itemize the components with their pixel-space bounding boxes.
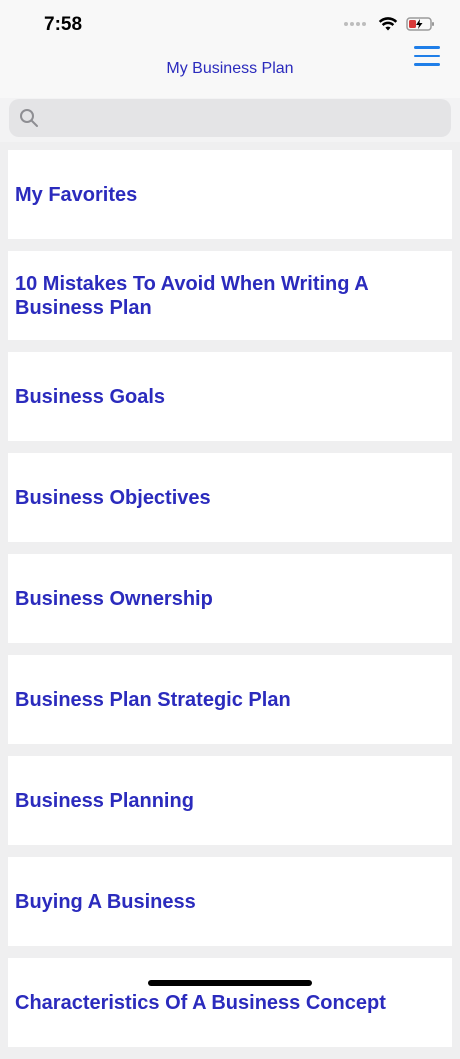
battery-charging-icon [406, 17, 434, 31]
list-item-label: Characteristics Of A Business Concept [15, 991, 386, 1014]
status-icons [344, 16, 436, 32]
hamburger-menu-button[interactable] [414, 46, 440, 68]
list-item-label: Business Planning [15, 789, 194, 812]
search-bar [0, 98, 460, 142]
list-item-label: Business Plan Strategic Plan [15, 688, 291, 711]
list-item-business-objectives[interactable]: Business Objectives [8, 453, 452, 542]
search-icon [20, 109, 38, 127]
list-item-label: Buying A Business [15, 890, 196, 913]
nav-bar: My Business Plan [0, 46, 460, 99]
topic-list: My Favorites 10 Mistakes To Avoid When W… [8, 150, 452, 1059]
page-title: My Business Plan [166, 60, 294, 77]
status-bar: 7:58 [0, 0, 460, 46]
list-item-label: Business Objectives [15, 486, 211, 509]
search-box[interactable] [9, 99, 451, 139]
list-item-label: Business Goals [15, 385, 166, 408]
wifi-icon [378, 17, 398, 31]
list-item-business-planning[interactable]: Business Planning [8, 756, 452, 845]
signal-dots-icon [344, 22, 366, 26]
list-item-my-favorites[interactable]: My Favorites [8, 150, 452, 239]
list-item-business-plan-strategic-plan[interactable]: Business Plan Strategic Plan [8, 655, 452, 744]
list-item-label: My Favorites [15, 183, 138, 206]
list-item-characteristics[interactable]: Characteristics Of A Business Concept [8, 958, 452, 1047]
list-item-10-mistakes[interactable]: 10 Mistakes To Avoid When Writing A Busi… [8, 251, 452, 340]
status-time: 7:58 [44, 14, 83, 35]
home-indicator [148, 980, 312, 986]
list-item-business-ownership[interactable]: Business Ownership [8, 554, 452, 643]
list-item-label: 10 Mistakes To Avoid When Writing A Busi… [15, 272, 368, 319]
search-input[interactable] [47, 99, 441, 139]
list-item-business-goals[interactable]: Business Goals [8, 352, 452, 441]
list-item-buying-a-business[interactable]: Buying A Business [8, 857, 452, 946]
list-item-label: Business Ownership [15, 587, 213, 610]
